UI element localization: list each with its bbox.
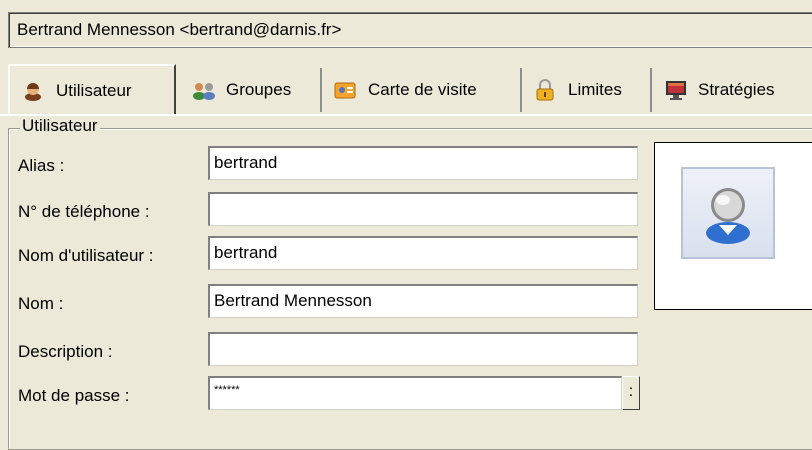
phone-label: N° de téléphone : (18, 202, 150, 221)
phone-input[interactable] (208, 192, 638, 226)
tab-label: Limites (568, 80, 622, 99)
tab-limites[interactable]: Limites (526, 68, 652, 112)
tab-utilisateur[interactable]: Utilisateur (8, 64, 176, 116)
lock-icon (534, 79, 556, 101)
alias-input[interactable]: bertrand (208, 146, 638, 180)
user-photo (681, 167, 775, 259)
tab-strategies[interactable]: Stratégies (656, 68, 812, 112)
password-input[interactable]: ****** (208, 376, 622, 410)
tab-label: Stratégies (698, 80, 775, 99)
monitor-icon (664, 79, 686, 101)
groups-icon (192, 79, 215, 101)
account-field[interactable]: Bertrand Mennesson <bertrand@darnis.fr> (8, 12, 812, 48)
tab-strip: Utilisateur Groupes Carte de visite Limi… (0, 62, 812, 116)
user-photo-frame[interactable] (654, 142, 812, 310)
password-options-button[interactable]: : (622, 376, 640, 410)
description-input[interactable] (208, 332, 638, 366)
alias-label: Alias : (18, 156, 65, 175)
password-label: Mot de passe : (18, 386, 130, 405)
tab-label: Carte de visite (368, 80, 477, 99)
name-label: Nom : (18, 294, 64, 313)
user-icon (22, 80, 44, 102)
username-input[interactable]: bertrand (208, 236, 638, 270)
tab-label: Groupes (226, 80, 292, 99)
description-label: Description : (18, 342, 113, 361)
name-input[interactable]: Bertrand Mennesson (208, 284, 638, 318)
tab-groupes[interactable]: Groupes (180, 68, 322, 112)
username-label: Nom d'utilisateur : (18, 246, 154, 265)
business-card-icon (334, 79, 356, 101)
group-title: Utilisateur (20, 116, 100, 136)
tab-label: Utilisateur (56, 81, 132, 100)
tab-carte-de-visite[interactable]: Carte de visite (326, 68, 522, 112)
user-avatar-icon (701, 183, 755, 250)
account-text: Bertrand Mennesson <bertrand@darnis.fr> (17, 20, 342, 39)
